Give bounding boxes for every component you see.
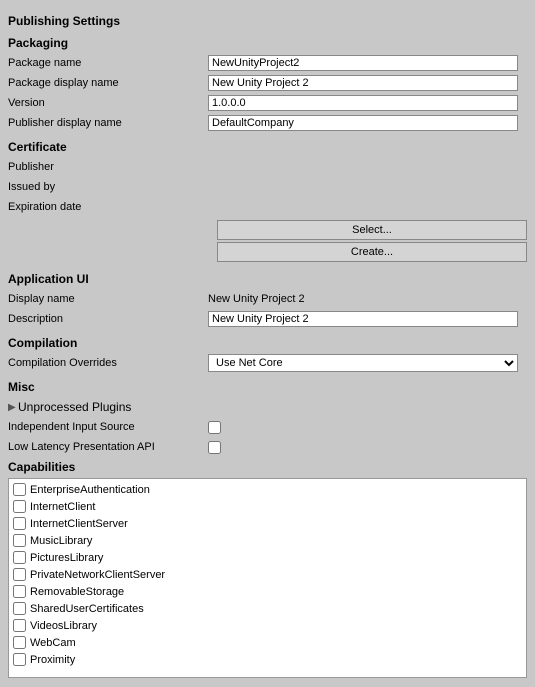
- cap-private-network-label: PrivateNetworkClientServer: [30, 569, 165, 581]
- version-input[interactable]: [208, 95, 518, 111]
- cap-enterprise-auth-label: EnterpriseAuthentication: [30, 484, 150, 496]
- create-button[interactable]: Create...: [217, 242, 527, 262]
- compilation-overrides-label: Compilation Overrides: [8, 357, 208, 369]
- compilation-overrides-select[interactable]: Use Net Core Use .NET Core Use .NET Stan…: [208, 354, 518, 372]
- compilation-overrides-row: Compilation Overrides Use Net Core Use .…: [8, 354, 527, 372]
- misc-section-title: Misc: [8, 380, 527, 394]
- independent-input-source-label: Independent Input Source: [8, 421, 208, 433]
- cap-internet-client-server-label: InternetClientServer: [30, 518, 128, 530]
- package-name-row: Package name: [8, 54, 527, 72]
- cap-pictures-library-label: PicturesLibrary: [30, 552, 103, 564]
- cap-proximity-checkbox[interactable]: [13, 653, 26, 666]
- publishing-settings-panel: Publishing Settings Packaging Package na…: [0, 0, 535, 684]
- cap-proximity-label: Proximity: [30, 654, 75, 666]
- cap-private-network: PrivateNetworkClientServer: [13, 566, 522, 583]
- unprocessed-plugins-row: ▶ Unprocessed Plugins: [8, 398, 527, 416]
- cap-enterprise-auth: EnterpriseAuthentication: [13, 481, 522, 498]
- description-row: Description: [8, 310, 527, 328]
- independent-input-source-checkbox[interactable]: [208, 421, 221, 434]
- select-button[interactable]: Select...: [217, 220, 527, 240]
- unprocessed-plugins-label: Unprocessed Plugins: [18, 400, 131, 414]
- panel-title: Publishing Settings: [8, 14, 527, 28]
- issued-by-row: Issued by: [8, 178, 527, 196]
- package-display-name-row: Package display name: [8, 74, 527, 92]
- cap-internet-client-server: InternetClientServer: [13, 515, 522, 532]
- description-label: Description: [8, 313, 208, 325]
- publisher-display-name-input[interactable]: [208, 115, 518, 131]
- low-latency-label: Low Latency Presentation API: [8, 441, 208, 453]
- package-name-input[interactable]: [208, 55, 518, 71]
- cap-music-library-checkbox[interactable]: [13, 534, 26, 547]
- cap-videos-library-label: VideosLibrary: [30, 620, 97, 632]
- issued-by-label: Issued by: [8, 181, 208, 193]
- cap-enterprise-auth-checkbox[interactable]: [13, 483, 26, 496]
- cap-internet-client-server-checkbox[interactable]: [13, 517, 26, 530]
- cap-internet-client-label: InternetClient: [30, 501, 95, 513]
- version-label: Version: [8, 97, 208, 109]
- description-input[interactable]: [208, 311, 518, 327]
- capabilities-list[interactable]: EnterpriseAuthentication InternetClient …: [8, 478, 527, 678]
- cap-videos-library: VideosLibrary: [13, 617, 522, 634]
- cap-shared-user-certs: SharedUserCertificates: [13, 600, 522, 617]
- cap-pictures-library-checkbox[interactable]: [13, 551, 26, 564]
- cap-music-library: MusicLibrary: [13, 532, 522, 549]
- certificate-section-title: Certificate: [8, 140, 527, 154]
- low-latency-checkbox[interactable]: [208, 441, 221, 454]
- cap-removable-storage-label: RemovableStorage: [30, 586, 124, 598]
- package-display-name-input[interactable]: [208, 75, 518, 91]
- low-latency-row: Low Latency Presentation API: [8, 438, 527, 456]
- cap-pictures-library: PicturesLibrary: [13, 549, 522, 566]
- certificate-buttons: Select... Create...: [8, 220, 527, 264]
- package-display-name-label: Package display name: [8, 77, 208, 89]
- publisher-display-name-row: Publisher display name: [8, 114, 527, 132]
- packaging-section-title: Packaging: [8, 36, 527, 50]
- expiration-date-row: Expiration date: [8, 198, 527, 216]
- cap-shared-user-certs-checkbox[interactable]: [13, 602, 26, 615]
- publisher-display-name-label: Publisher display name: [8, 117, 208, 129]
- independent-input-source-row: Independent Input Source: [8, 418, 527, 436]
- cap-private-network-checkbox[interactable]: [13, 568, 26, 581]
- compilation-section-title: Compilation: [8, 336, 527, 350]
- cap-videos-library-checkbox[interactable]: [13, 619, 26, 632]
- arrow-right-icon: ▶: [8, 402, 18, 413]
- cap-removable-storage-checkbox[interactable]: [13, 585, 26, 598]
- cap-internet-client: InternetClient: [13, 498, 522, 515]
- capabilities-section-title: Capabilities: [8, 460, 527, 474]
- cap-shared-user-certs-label: SharedUserCertificates: [30, 603, 144, 615]
- cap-removable-storage: RemovableStorage: [13, 583, 522, 600]
- cap-proximity: Proximity: [13, 651, 522, 668]
- cap-webcam-checkbox[interactable]: [13, 636, 26, 649]
- version-row: Version: [8, 94, 527, 112]
- cap-webcam: WebCam: [13, 634, 522, 651]
- cap-webcam-label: WebCam: [30, 637, 76, 649]
- display-name-label: Display name: [8, 293, 208, 305]
- publisher-label: Publisher: [8, 161, 208, 173]
- display-name-value: New Unity Project 2: [208, 293, 305, 305]
- cap-music-library-label: MusicLibrary: [30, 535, 92, 547]
- display-name-row: Display name New Unity Project 2: [8, 290, 527, 308]
- publisher-row: Publisher: [8, 158, 527, 176]
- cap-internet-client-checkbox[interactable]: [13, 500, 26, 513]
- application-ui-section-title: Application UI: [8, 272, 527, 286]
- package-name-label: Package name: [8, 57, 208, 69]
- expiration-date-label: Expiration date: [8, 201, 208, 213]
